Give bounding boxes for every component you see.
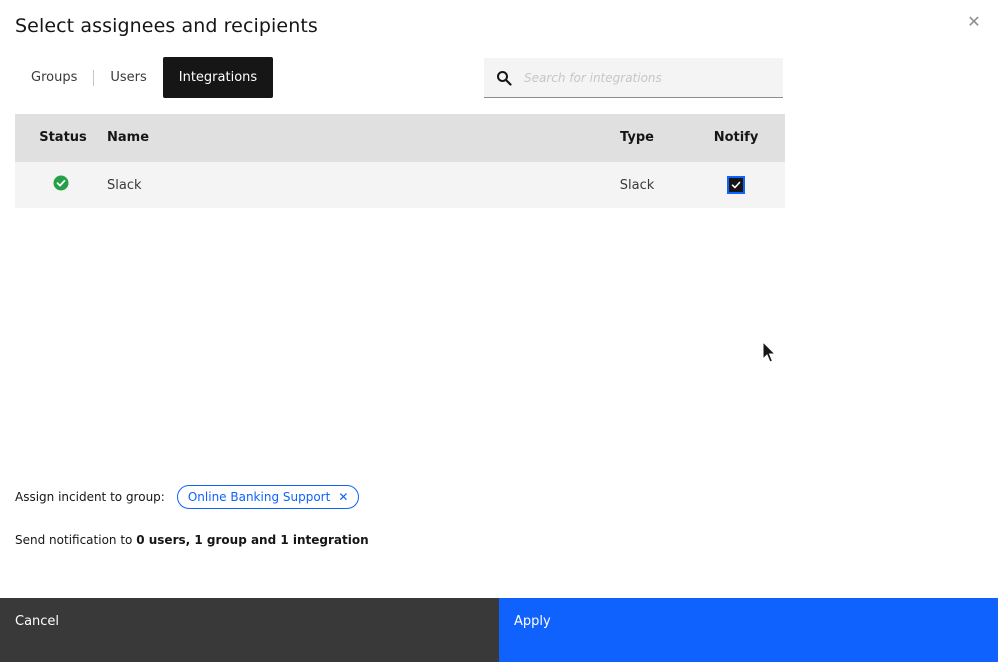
assign-group-row: Assign incident to group: Online Banking… (15, 485, 360, 509)
summary-detail: 0 users, 1 group and 1 integration (136, 533, 369, 547)
assign-label: Assign incident to group: (15, 490, 165, 504)
cancel-button[interactable]: Cancel (0, 598, 499, 662)
tab-users[interactable]: Users (94, 57, 162, 98)
modal-title: Select assignees and recipients (15, 15, 318, 37)
table-header: Status Name Type Notify (15, 114, 785, 161)
status-cell (15, 175, 107, 195)
modal-footer: Cancel Apply (0, 598, 998, 662)
summary-prefix: Send notification to (15, 533, 133, 547)
row-type: Slack (619, 177, 655, 193)
tab-integrations[interactable]: Integrations (162, 57, 274, 98)
header-name[interactable]: Name (107, 130, 587, 145)
tab-bar: Groups Users Integrations (15, 57, 274, 98)
notify-cell (687, 176, 785, 194)
header-status[interactable]: Status (15, 130, 107, 145)
row-name: Slack (107, 177, 142, 193)
group-tag[interactable]: Online Banking Support ✕ (176, 485, 360, 509)
tab-groups[interactable]: Groups (15, 57, 93, 98)
group-tag-label: Online Banking Support (187, 490, 331, 504)
apply-button[interactable]: Apply (499, 598, 998, 662)
header-notify[interactable]: Notify (687, 130, 785, 145)
mouse-cursor-icon (762, 341, 776, 363)
header-type[interactable]: Type (587, 130, 687, 145)
notification-summary: Send notification to 0 users, 1 group an… (15, 533, 369, 547)
tag-close-icon[interactable]: ✕ (338, 490, 348, 504)
notify-checkbox[interactable] (727, 176, 745, 194)
assign-modal: Select assignees and recipients ✕ Groups… (0, 0, 998, 662)
search-box (484, 58, 783, 98)
table-row[interactable]: Slack Slack (15, 161, 785, 208)
search-icon (496, 70, 512, 86)
search-input[interactable] (524, 70, 764, 85)
close-icon[interactable]: ✕ (964, 12, 984, 32)
checkmark-icon (731, 181, 741, 189)
integrations-table: Status Name Type Notify Slack Slack (15, 114, 785, 208)
check-circle-icon (53, 175, 69, 191)
